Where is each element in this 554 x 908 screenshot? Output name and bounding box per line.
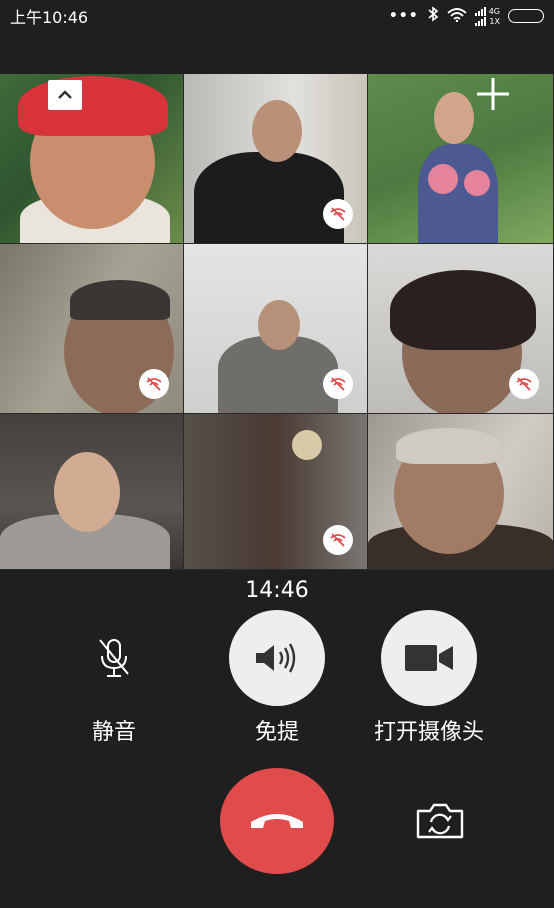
speaker-button[interactable] (229, 610, 325, 706)
weak-signal-badge (323, 369, 353, 399)
network-label-top: 4G (488, 6, 500, 16)
more-dots-icon: ••• (388, 8, 419, 24)
video-camera-icon (405, 645, 453, 671)
camera-label: 打开摄像头 (374, 720, 485, 745)
video-tile-participant-3[interactable] (368, 74, 554, 244)
weak-signal-icon (146, 377, 162, 391)
signal-icon: 4G 1X (474, 6, 500, 26)
battery-icon (508, 9, 544, 23)
speaker-icon (256, 643, 296, 673)
video-tile-participant-4[interactable] (0, 244, 184, 414)
video-tile-participant-9[interactable] (368, 414, 554, 570)
status-icons: ••• 4G 1X (389, 6, 544, 26)
weak-signal-badge (323, 199, 353, 229)
speaker-label: 免提 (254, 720, 299, 745)
camera-button[interactable] (381, 610, 477, 706)
video-tile-participant-6[interactable] (368, 244, 554, 414)
video-tile-participant-5[interactable] (184, 244, 368, 414)
mute-button[interactable] (66, 610, 162, 706)
video-tile-participant-7[interactable] (0, 414, 184, 570)
phone-hangup-icon (251, 814, 303, 828)
hangup-button[interactable] (220, 768, 334, 874)
collapse-button[interactable] (48, 80, 82, 110)
weak-signal-badge (509, 369, 539, 399)
mute-label: 静音 (91, 720, 136, 745)
weak-signal-badge (323, 525, 353, 555)
bluetooth-icon (427, 6, 439, 26)
weak-signal-badge (139, 369, 169, 399)
video-tile-participant-8[interactable] (184, 414, 368, 570)
weak-signal-icon (516, 377, 532, 391)
camera-switch-icon (416, 803, 464, 839)
camera-control[interactable]: 打开摄像头 (374, 610, 484, 746)
switch-camera-button[interactable] (412, 798, 468, 844)
status-bar: 上午10:46 ••• 4G 1X (0, 0, 554, 32)
call-timer: 14:46 (245, 578, 309, 603)
video-tile-participant-2[interactable] (184, 74, 368, 244)
weak-signal-icon (330, 377, 346, 391)
wifi-icon (447, 7, 467, 26)
plus-icon (477, 78, 509, 110)
mute-control[interactable]: 静音 (66, 610, 162, 746)
speaker-control[interactable]: 免提 (229, 610, 325, 746)
status-time: 上午10:46 (10, 8, 89, 27)
weak-signal-icon (330, 207, 346, 221)
weak-signal-icon (330, 533, 346, 547)
add-participant-button[interactable] (473, 74, 513, 114)
video-grid (0, 74, 554, 570)
video-tile-participant-1[interactable] (0, 74, 184, 244)
network-label-bottom: 1X (489, 16, 500, 26)
chevron-up-icon (58, 90, 72, 99)
microphone-off-icon (99, 639, 129, 677)
